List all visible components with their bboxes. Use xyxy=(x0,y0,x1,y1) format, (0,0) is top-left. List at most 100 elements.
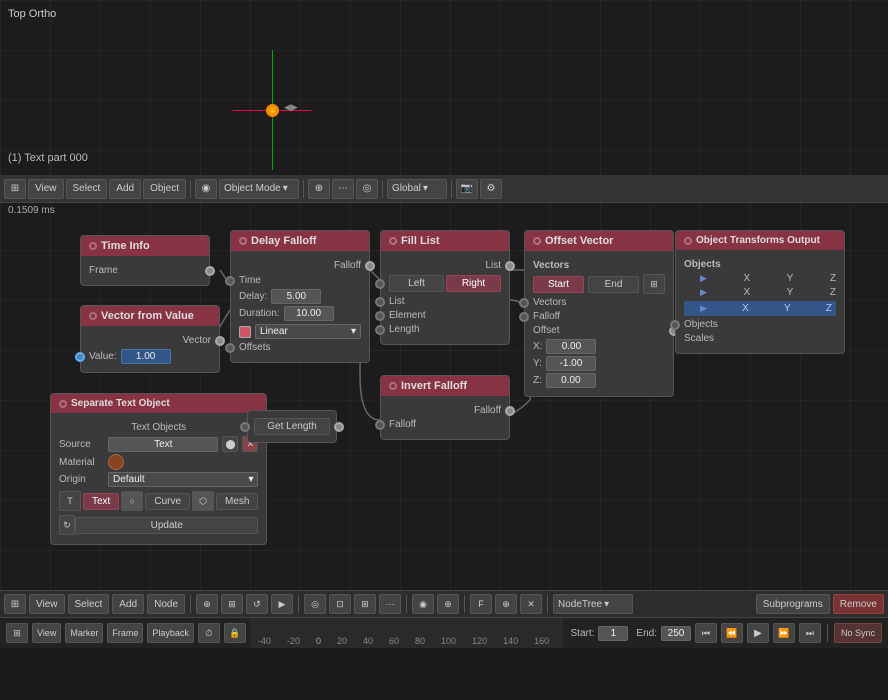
x-value[interactable]: 0.00 xyxy=(546,339,596,354)
tl-lock-icon[interactable]: 🔒 xyxy=(224,623,246,643)
ne-select-menu[interactable]: Select xyxy=(68,594,110,614)
socket-falloff-out[interactable] xyxy=(365,261,375,271)
ne-icon-10[interactable]: ⊕ xyxy=(437,594,459,614)
node-invert-falloff[interactable]: Invert Falloff Falloff Falloff xyxy=(380,375,510,440)
pivot-icon[interactable]: ⊕ xyxy=(308,179,330,199)
node-get-length[interactable]: Get Length xyxy=(247,410,337,443)
tl-frame-menu[interactable]: Frame xyxy=(107,623,143,643)
node-time-info[interactable]: Time Info Frame xyxy=(80,235,210,286)
play-jump-start[interactable]: ⏮ xyxy=(695,623,717,643)
ne-icon-5[interactable]: ◎ xyxy=(304,594,326,614)
socket-lr-left[interactable] xyxy=(375,279,385,289)
ne-icon-3[interactable]: ↺ xyxy=(246,594,268,614)
timeline-end[interactable]: 250 xyxy=(661,626,691,641)
ne-icon-2[interactable]: ⊞ xyxy=(221,594,243,614)
ne-icon-1[interactable]: ⊕ xyxy=(196,594,218,614)
delay-value[interactable]: 5.00 xyxy=(271,289,321,304)
socket-offsets-in[interactable] xyxy=(225,343,235,353)
start-button[interactable]: Start xyxy=(533,276,584,293)
settings-icon[interactable]: ⚙ xyxy=(480,179,502,199)
source-pick-icon[interactable]: ⬤ xyxy=(222,436,238,452)
ne-view-menu[interactable]: View xyxy=(29,594,65,614)
node-separate-text[interactable]: Separate Text Object Text Objects Source… xyxy=(50,393,267,545)
y-value[interactable]: -1.00 xyxy=(546,356,596,371)
node-fill-list[interactable]: Fill List List Left Right xyxy=(380,230,510,345)
ne-icon-12[interactable]: ⊕ xyxy=(495,594,517,614)
play-jump-end[interactable]: ⏭ xyxy=(799,623,821,643)
ne-icon-6[interactable]: ⊡ xyxy=(329,594,351,614)
tl-clock-icon[interactable]: ⏱ xyxy=(198,623,220,643)
subprograms-button[interactable]: Subprograms xyxy=(756,594,830,614)
ne-icon-13[interactable]: ✕ xyxy=(520,594,542,614)
tl-view-menu[interactable]: View xyxy=(32,623,61,643)
update-icon[interactable]: ↻ xyxy=(59,515,75,535)
socket-gl-out[interactable] xyxy=(334,422,344,432)
text-type-button[interactable]: Text xyxy=(83,493,119,510)
interp-select[interactable]: Linear ▾ xyxy=(255,324,361,339)
socket-gl-in[interactable] xyxy=(240,422,250,432)
select-menu[interactable]: Select xyxy=(66,179,108,199)
type-icon[interactable]: T xyxy=(59,491,81,511)
ne-icon-4[interactable]: ▶ xyxy=(271,594,293,614)
socket-list-out[interactable] xyxy=(505,261,515,271)
ne-icon-9[interactable]: ◉ xyxy=(412,594,434,614)
object-menu[interactable]: Object xyxy=(143,179,186,199)
z-value[interactable]: 0.00 xyxy=(546,373,596,388)
socket-time-in[interactable] xyxy=(225,276,235,286)
node-obj-transforms[interactable]: Object Transforms Output Objects ▶ X Y Z… xyxy=(675,230,845,354)
mode-icon[interactable]: ◉ xyxy=(195,179,217,199)
remove-button[interactable]: Remove xyxy=(833,594,884,614)
tool-icon[interactable]: ⊞ xyxy=(4,179,26,199)
proportional-icon[interactable]: ◎ xyxy=(356,179,378,199)
node-vector-from-value[interactable]: Vector from Value Vector Value: 1.00 xyxy=(80,305,220,373)
mesh-icon[interactable]: ⬡ xyxy=(192,491,214,511)
node-delay-falloff[interactable]: Delay Falloff Falloff Time Delay: 5.00 xyxy=(230,230,370,363)
ne-tool-icon[interactable]: ⊞ xyxy=(4,594,26,614)
ne-add-menu[interactable]: Add xyxy=(112,594,144,614)
curve-type-button[interactable]: Curve xyxy=(145,493,190,510)
play-prev-frame[interactable]: ⏪ xyxy=(721,623,743,643)
tl-playback-menu[interactable]: Playback xyxy=(147,623,194,643)
socket-value-in[interactable] xyxy=(75,352,85,362)
end-button[interactable]: End xyxy=(588,276,639,293)
mode-dropdown[interactable]: Object Mode ▾ xyxy=(219,179,299,199)
socket-falloff-in[interactable] xyxy=(519,312,529,322)
ne-icon-7[interactable]: ⊞ xyxy=(354,594,376,614)
timeline-start[interactable]: 1 xyxy=(598,626,628,641)
tl-icon-1[interactable]: ⊞ xyxy=(6,623,28,643)
socket-frame-out[interactable] xyxy=(205,266,215,276)
lock-icon[interactable]: ⊞ xyxy=(643,274,665,294)
snap-icon[interactable]: ⋯ xyxy=(332,179,354,199)
right-button[interactable]: Right xyxy=(446,275,501,292)
ne-icon-11[interactable]: F xyxy=(470,594,492,614)
update-button[interactable]: Update xyxy=(75,517,258,534)
socket-invfall-in[interactable] xyxy=(375,420,385,430)
curve-icon[interactable]: ○ xyxy=(121,491,143,511)
socket-invfall-out[interactable] xyxy=(505,406,515,416)
left-button[interactable]: Left xyxy=(389,275,444,292)
value-field[interactable]: 1.00 xyxy=(121,349,171,364)
socket-vector-out[interactable] xyxy=(215,336,225,346)
no-sync-button[interactable]: No Sync xyxy=(834,623,882,643)
duration-value[interactable]: 10.00 xyxy=(284,306,334,321)
ne-icon-8[interactable]: ⋯ xyxy=(379,594,401,614)
get-length-button[interactable]: Get Length xyxy=(254,418,330,435)
play-button[interactable]: ▶ xyxy=(747,623,769,643)
socket-vectors-in[interactable] xyxy=(519,298,529,308)
socket-list-in[interactable] xyxy=(375,297,385,307)
nodetree-dropdown[interactable]: NodeTree ▾ xyxy=(553,594,633,614)
socket-objects-in[interactable] xyxy=(670,320,680,330)
ne-node-menu[interactable]: Node xyxy=(147,594,185,614)
origin-select[interactable]: Default ▾ xyxy=(108,472,258,487)
render-icon[interactable]: 📷 xyxy=(456,179,478,199)
interp-toggle[interactable] xyxy=(239,326,251,338)
global-dropdown[interactable]: Global ▾ xyxy=(387,179,447,199)
socket-length-in[interactable] xyxy=(375,325,385,335)
socket-element-in[interactable] xyxy=(375,311,385,321)
play-next-frame[interactable]: ⏩ xyxy=(773,623,795,643)
tl-marker-menu[interactable]: Marker xyxy=(65,623,103,643)
view-menu[interactable]: View xyxy=(28,179,64,199)
source-value[interactable]: Text xyxy=(108,437,218,452)
node-offset-vector[interactable]: Offset Vector Vectors Start End ⊞ Vector… xyxy=(524,230,674,397)
add-menu[interactable]: Add xyxy=(109,179,141,199)
